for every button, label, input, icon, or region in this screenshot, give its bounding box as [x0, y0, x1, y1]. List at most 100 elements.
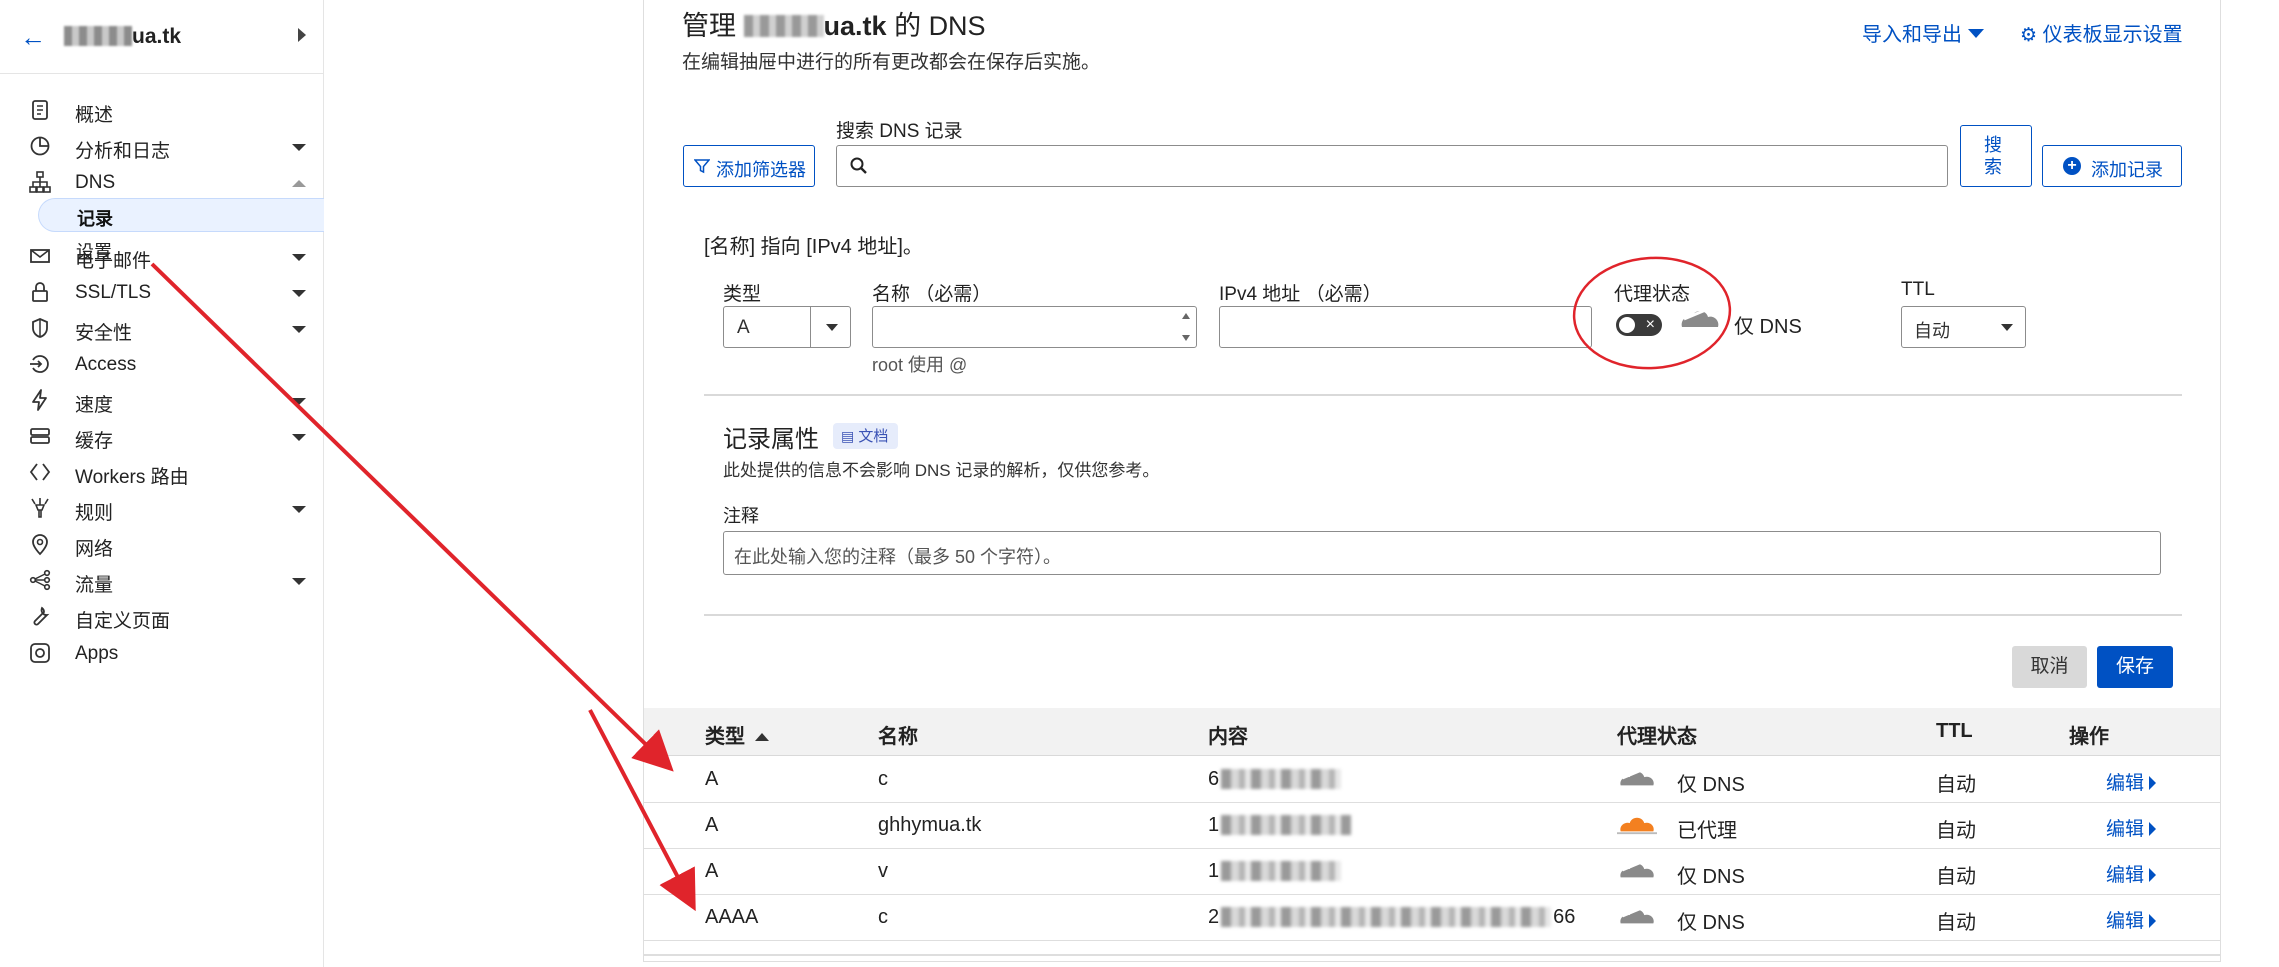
name-input[interactable] [872, 306, 1197, 348]
chevron-right-icon[interactable] [298, 28, 306, 42]
zone-name[interactable]: ua.tk [64, 25, 181, 49]
record-ttl: 自动 [1936, 866, 1976, 888]
chevron-up-icon [292, 180, 306, 187]
table-row: AAAA c 2 66 仅 DNS 自动 编辑 [644, 895, 2220, 941]
lightning-icon [28, 388, 52, 412]
dashboard-display-settings-link[interactable]: ⚙ 仪表板显示设置 [2020, 18, 2183, 47]
location-pin-icon [28, 532, 52, 556]
column-header-ttl: TTL [1936, 720, 1973, 742]
note-label: 注释 [723, 506, 759, 526]
chevron-down-icon [292, 398, 306, 405]
record-type: A [705, 814, 719, 836]
record-type: A [705, 768, 719, 790]
ttl-select[interactable]: 自动 [1901, 306, 2026, 348]
sidebar-item[interactable]: Apps [0, 633, 324, 675]
apps-icon [28, 641, 52, 665]
select-divider [810, 307, 811, 347]
divider [704, 614, 2182, 616]
record-proxy-status: 仅 DNS [1677, 774, 1745, 796]
access-icon [28, 352, 52, 376]
table-row: Aghhymua.tk 1 已代理 自动 编辑 [644, 803, 2220, 849]
sidebar-item-label: 规则 [75, 503, 114, 524]
wrench-icon [28, 604, 52, 628]
add-record-button[interactable]: + 添加记录 [2042, 145, 2182, 187]
redacted-blur [1221, 769, 1342, 789]
docs-badge-link[interactable]: ▤ 文档 [833, 423, 899, 449]
edit-record-button[interactable]: 编辑 [2106, 906, 2157, 933]
import-export-dropdown[interactable]: 导入和导出 [1862, 18, 1984, 47]
chevron-down-icon [292, 326, 306, 333]
edit-record-button[interactable]: 编辑 [2106, 860, 2157, 887]
chevron-down-icon [292, 144, 306, 151]
proxy-toggle[interactable]: × [1616, 314, 1662, 336]
note-input[interactable]: 在此处输入您的注释（最多 50 个字符）。 [723, 531, 2161, 575]
caret-right-icon [2149, 776, 2157, 790]
stepper-down-icon [1182, 335, 1190, 341]
proxy-status-value: 仅 DNS [1734, 316, 1802, 338]
sidebar-item-label: Apps [75, 643, 119, 664]
sidebar-item-label: 流量 [75, 575, 114, 596]
proxied-cloud-icon [1617, 817, 1657, 835]
sidebar-subitem-label: 设置 [76, 242, 112, 262]
column-header-type[interactable]: 类型 [705, 720, 769, 749]
sidebar-subitem-records[interactable]: 记录 [38, 198, 324, 232]
sidebar-item-label: 速度 [75, 395, 114, 416]
page-subtitle: 在编辑抽屉中进行的所有更改都会在保存后实施。 [682, 52, 1101, 73]
record-type: A [705, 860, 719, 882]
search-icon [850, 157, 867, 174]
ipv4-input[interactable] [1219, 306, 1592, 348]
sidebar-item-label: 网络 [75, 539, 114, 560]
sidebar-subitem-settings[interactable]: 设置 [38, 232, 324, 266]
toggle-knob [1619, 317, 1635, 333]
record-name: ghhymua.tk [878, 814, 982, 836]
redacted-blur [1221, 907, 1552, 927]
sidebar-header: ← ua.tk [0, 0, 324, 74]
table-header: 类型 名称 内容 代理状态 TTL 操作 [644, 708, 2220, 756]
table-row: Ac 6 仅 DNS 自动 编辑 [644, 757, 2220, 803]
edit-record-button[interactable]: 编辑 [2106, 814, 2157, 841]
search-button[interactable]: 搜索 [1960, 125, 2032, 187]
dns-only-cloud-icon [1618, 905, 1656, 927]
record-ttl: 自动 [1936, 912, 1976, 934]
lock-icon [28, 280, 52, 304]
chevron-down-icon [292, 434, 306, 441]
chevron-down-icon [292, 290, 306, 297]
page-title: 管理 ua.tk 的 DNS [682, 11, 986, 41]
search-dns-input[interactable] [836, 145, 1948, 187]
edit-record-button[interactable]: 编辑 [2106, 768, 2157, 795]
record-content: 1 [1208, 860, 1342, 883]
cancel-button[interactable]: 取消 [2012, 646, 2087, 688]
column-header-proxy: 代理状态 [1617, 726, 1697, 748]
record-description: [名称] 指向 [IPv4 地址]。 [704, 236, 923, 258]
search-label: 搜索 DNS 记录 [836, 121, 963, 142]
plus-circle-icon: + [2063, 157, 2081, 175]
dns-only-cloud-icon [1618, 859, 1656, 881]
chevron-down-icon [292, 578, 306, 585]
workers-icon [28, 460, 52, 484]
add-filter-button[interactable]: 添加筛选器 [683, 145, 815, 187]
sidebar-subitem-label: 记录 [77, 209, 113, 229]
clipboard-icon [28, 98, 52, 122]
sidebar-item[interactable]: 自定义页面 [0, 596, 324, 638]
chevron-down-icon [2001, 324, 2013, 331]
type-select[interactable]: A [723, 306, 851, 348]
sidebar-item-label: 分析和日志 [75, 141, 171, 162]
shield-icon [28, 316, 52, 340]
ipv4-label: IPv4 地址 （必需） [1219, 284, 1382, 305]
record-content: 1 [1208, 814, 1352, 837]
record-name: c [878, 768, 888, 790]
back-arrow-icon[interactable]: ← [20, 22, 46, 52]
redacted-blur [1221, 861, 1342, 881]
sidebar-item-label: Workers 路由 [75, 467, 189, 488]
stepper-up-icon [1182, 313, 1190, 319]
sidebar-item-label: SSL/TLS [75, 282, 152, 303]
record-ttl: 自动 [1936, 820, 1976, 842]
ttl-label: TTL [1901, 279, 1935, 300]
save-button[interactable]: 保存 [2097, 646, 2173, 688]
column-header-actions: 操作 [2069, 726, 2109, 748]
caret-right-icon [2149, 914, 2157, 928]
table-row: Av 1 仅 DNS 自动 编辑 [644, 849, 2220, 895]
sidebar-item-label: 概述 [75, 105, 114, 126]
sort-ascending-icon [754, 733, 769, 741]
rules-icon [28, 496, 52, 520]
